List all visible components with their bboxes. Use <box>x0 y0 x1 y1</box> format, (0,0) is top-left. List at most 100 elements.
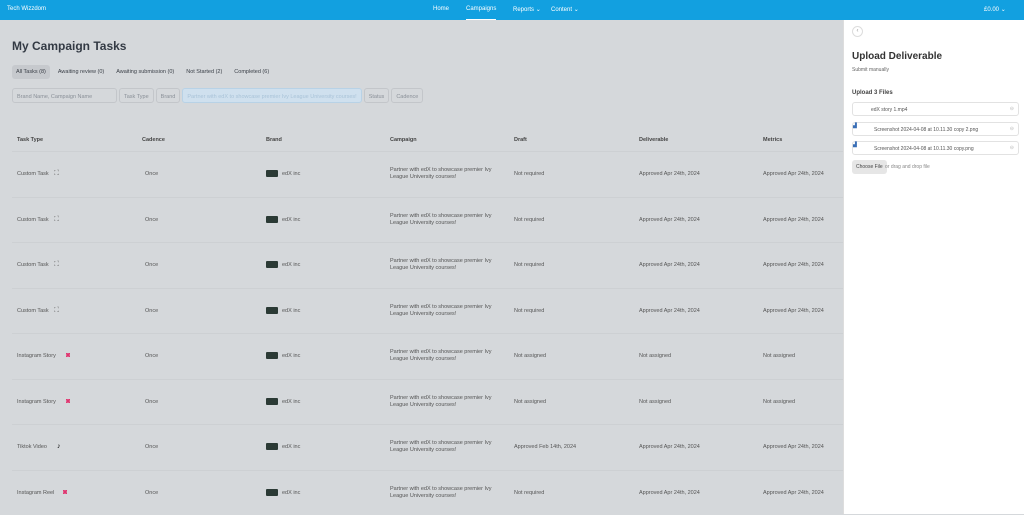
col-metrics: Metrics <box>763 137 783 143</box>
deliverable-status: Approved Apr 24th, 2024 <box>639 171 700 177</box>
file-name: edX story 1.mp4 <box>871 107 908 113</box>
brand-name: edX inc <box>282 398 301 405</box>
campaign-name[interactable]: Partner with edX to showcase premier Ivy… <box>390 395 508 409</box>
campaign-name[interactable]: Partner with edX to showcase premier Ivy… <box>390 486 508 500</box>
col-cadence: Cadence <box>142 137 165 143</box>
metrics-status: Approved Apr 24th, 2024 <box>763 489 824 496</box>
custom-task-icon: ⛶ <box>54 306 59 314</box>
cadence: Once <box>145 353 159 359</box>
cadence-filter[interactable]: Cadence <box>391 88 424 103</box>
nav-content-label: Content <box>551 7 573 13</box>
brand-filter[interactable]: Brand <box>155 88 181 103</box>
cadence: Once <box>145 216 159 223</box>
table-row[interactable]: Tiktok Video ♪ Once edX inc Partner with… <box>12 424 843 469</box>
draft-status: Not required <box>514 307 545 314</box>
campaign-name[interactable]: Partner with edX to showcase premier Ivy… <box>390 349 508 363</box>
brand-name: edX inc <box>282 353 301 359</box>
nav-campaigns[interactable]: Campaigns <box>466 6 497 20</box>
table-row[interactable]: Custom Task ⛶ Once edX inc Partner with … <box>12 151 843 196</box>
brand-logo <box>266 170 278 177</box>
brand-logo <box>266 488 278 496</box>
panel-subtitle: Submit manually <box>852 67 889 73</box>
chevron-down-icon: ⌄ <box>573 7 579 13</box>
task-type: Custom Task <box>17 307 49 314</box>
table-row[interactable]: Custom Task ⛶ Once edX inc Partner with … <box>12 287 843 333</box>
remove-file-icon[interactable]: ⊖ <box>1010 106 1014 112</box>
brand-name: edX inc <box>282 444 301 450</box>
file-item: ▟ Screenshot 2024-04-08 at 10.11.30 copy … <box>852 122 1019 136</box>
choose-file-button[interactable]: Choose File <box>852 160 887 174</box>
remove-file-icon[interactable]: ⊖ <box>1010 126 1014 132</box>
brand-logo <box>266 352 278 359</box>
task-tabs: All Tasks (8) Awaiting review (0) Awaiti… <box>12 65 273 79</box>
table-row[interactable]: Instagram Story ◙ Once edX inc Partner w… <box>12 378 843 424</box>
draft-status: Not required <box>514 262 545 268</box>
image-thumbnail-icon: ▟ <box>853 123 857 129</box>
table-row[interactable]: Instagram Reel ◙ Once edX inc Partner wi… <box>12 469 843 515</box>
upload-panel: ‹ Upload Deliverable Submit manually Upl… <box>843 20 1024 514</box>
draft-status: Not required <box>514 171 545 177</box>
draft-status: Approved Feb 14th, 2024 <box>514 444 577 450</box>
brand-logo <box>266 306 278 314</box>
col-task-type: Task Type <box>17 137 44 143</box>
tab-all[interactable]: All Tasks (8) <box>12 65 50 79</box>
instagram-icon: ◙ <box>66 397 71 405</box>
campaign-filter[interactable]: Partner with edX to showcase premier Ivy… <box>182 88 362 103</box>
col-deliverable: Deliverable <box>639 137 669 143</box>
deliverable-status: Approved Apr 24th, 2024 <box>639 262 700 268</box>
deliverable-status: Not assigned <box>639 398 672 405</box>
nav-reports[interactable]: Reports ⌄ <box>513 6 541 13</box>
tab-completed[interactable]: Completed (6) <box>230 65 273 79</box>
task-type-filter[interactable]: Task Type <box>119 88 154 103</box>
brand-name[interactable]: Tech Wizzdom <box>7 6 46 12</box>
page-title: My Campaign Tasks <box>12 39 127 53</box>
custom-task-icon: ⛶ <box>54 170 59 177</box>
deliverable-status: Approved Apr 24th, 2024 <box>639 444 700 450</box>
tab-not-started[interactable]: Not Started (2) <box>182 65 226 79</box>
chevron-down-icon: ⌄ <box>535 7 541 13</box>
tab-awaiting-submission[interactable]: Awaiting submission (0) <box>112 65 178 79</box>
custom-task-icon: ⛶ <box>54 215 59 223</box>
campaign-name[interactable]: Partner with edX to showcase premier Ivy… <box>390 213 508 227</box>
col-campaign: Campaign <box>390 137 417 143</box>
campaign-name[interactable]: Partner with edX to showcase premier Ivy… <box>390 440 508 454</box>
files-heading: Upload 3 Files <box>852 90 893 96</box>
file-name: Screenshot 2024-04-08 at 10.11.30 copy.p… <box>874 146 974 152</box>
balance-menu[interactable]: £0.00 ⌄ <box>984 6 1006 13</box>
brand-logo <box>266 443 278 450</box>
task-type: Instagram Reel <box>17 489 55 496</box>
cadence: Once <box>145 398 159 405</box>
cadence: Once <box>145 171 159 177</box>
draft-status: Not required <box>514 489 545 496</box>
table-row[interactable]: Custom Task ⛶ Once edX inc Partner with … <box>12 196 843 242</box>
drop-hint: or drag and drop file <box>885 164 930 170</box>
deliverable-status: Approved Apr 24th, 2024 <box>639 489 700 496</box>
cadence: Once <box>145 262 159 268</box>
search-input[interactable]: Brand Name, Campaign Name <box>12 88 117 103</box>
draft-status: Not assigned <box>514 398 547 405</box>
metrics-status: Approved Apr 24th, 2024 <box>763 262 824 268</box>
metrics-status: Approved Apr 24th, 2024 <box>763 216 824 223</box>
status-filter[interactable]: Status <box>363 88 390 103</box>
campaign-name[interactable]: Partner with edX to showcase premier Ivy… <box>390 167 508 181</box>
image-thumbnail-icon: ▟ <box>853 142 857 148</box>
task-type: Tiktok Video <box>17 444 47 450</box>
tab-awaiting-review[interactable]: Awaiting review (0) <box>54 65 108 79</box>
back-button[interactable]: ‹ <box>852 26 863 37</box>
nav-content[interactable]: Content ⌄ <box>551 6 579 13</box>
deliverable-status: Approved Apr 24th, 2024 <box>639 216 700 223</box>
metrics-status: Approved Apr 24th, 2024 <box>763 171 824 177</box>
file-item: edX story 1.mp4 ⊖ <box>852 102 1019 116</box>
table-row[interactable]: Custom Task ⛶ Once edX inc Partner with … <box>12 242 843 287</box>
brand-name: edX inc <box>282 262 301 268</box>
draft-status: Not required <box>514 216 545 223</box>
remove-file-icon[interactable]: ⊖ <box>1010 145 1014 151</box>
table-row[interactable]: Instagram Story ◙ Once edX inc Partner w… <box>12 333 843 378</box>
deliverable-status: Approved Apr 24th, 2024 <box>639 307 700 314</box>
nav-home[interactable]: Home <box>433 6 449 12</box>
brand-name: edX inc <box>282 307 301 314</box>
task-type: Custom Task <box>17 171 49 177</box>
metrics-status: Approved Apr 24th, 2024 <box>763 444 824 450</box>
campaign-name[interactable]: Partner with edX to showcase premier Ivy… <box>390 304 508 318</box>
campaign-name[interactable]: Partner with edX to showcase premier Ivy… <box>390 258 508 272</box>
